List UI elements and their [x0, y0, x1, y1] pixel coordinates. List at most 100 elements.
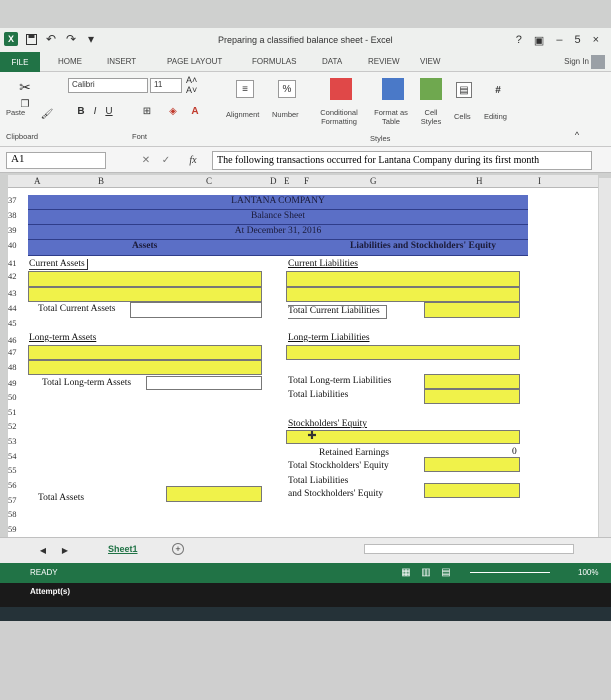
format-painter-icon[interactable]: 🖌 [40, 107, 54, 121]
col-header-a[interactable]: A [34, 176, 41, 186]
long-term-assets-input[interactable] [28, 360, 262, 375]
total-long-term-liabilities-input[interactable] [424, 374, 520, 389]
editing-icon[interactable]: # [490, 82, 506, 98]
bold-button[interactable]: B [76, 104, 86, 118]
horizontal-scrollbar[interactable] [364, 544, 574, 554]
customize-icon[interactable]: ▾ [84, 32, 98, 46]
underline-button[interactable]: U [104, 104, 114, 118]
worksheet-grid[interactable]: A B C D E F G H I 37 38 39 40 41 42 43 4… [8, 175, 598, 547]
total-liabilities-equity-input[interactable] [424, 483, 520, 498]
total-current-liabilities-input[interactable] [424, 302, 520, 318]
row-header[interactable]: 43 [8, 288, 26, 298]
tab-insert[interactable]: INSERT [107, 57, 136, 66]
conditional-formatting-icon[interactable] [330, 78, 352, 100]
total-long-term-assets-cell[interactable] [146, 376, 262, 390]
current-liabilities-input[interactable] [286, 271, 520, 287]
help-icon[interactable]: ? [516, 34, 522, 47]
tab-review[interactable]: REVIEW [368, 57, 400, 66]
page-layout-view-icon[interactable]: ▥ [420, 567, 432, 578]
paste-button[interactable]: Paste [6, 108, 25, 117]
cell-styles-button[interactable]: Cell Styles [414, 108, 448, 126]
tab-data[interactable]: DATA [322, 57, 342, 66]
long-term-liabilities-input[interactable] [286, 345, 520, 360]
normal-view-icon[interactable]: ▦ [400, 567, 412, 578]
col-header-g[interactable]: G [370, 176, 377, 186]
row-header[interactable]: 55 [8, 465, 26, 475]
col-header-b[interactable]: B [98, 176, 104, 186]
sheet-tab-sheet1[interactable]: Sheet1 [108, 544, 138, 554]
stockholders-equity-input[interactable] [286, 430, 520, 444]
font-size-select[interactable]: 11 [150, 78, 182, 93]
row-header[interactable]: 49 [8, 378, 26, 388]
redo-icon[interactable]: ↷ [64, 32, 78, 46]
close-icon[interactable]: × [593, 34, 599, 47]
cells-button[interactable]: Cells [454, 112, 471, 121]
row-header[interactable]: 41 [8, 258, 26, 268]
total-stockholders-equity-input[interactable] [424, 457, 520, 472]
cancel-icon[interactable]: ✕ [140, 153, 152, 167]
restore-icon[interactable]: 5 [574, 34, 580, 47]
add-sheet-icon[interactable]: + [172, 543, 184, 555]
italic-button[interactable]: I [90, 104, 100, 118]
row-header[interactable]: 54 [8, 451, 26, 461]
current-liabilities-input[interactable] [286, 287, 520, 302]
row-header[interactable]: 37 [8, 195, 26, 205]
total-assets-input[interactable] [166, 486, 262, 502]
current-assets-input[interactable] [28, 287, 262, 302]
editing-button[interactable]: Editing [484, 112, 507, 121]
format-as-table-icon[interactable] [382, 78, 404, 100]
minimize-icon[interactable]: – [556, 34, 562, 47]
long-term-assets-input[interactable] [28, 345, 262, 360]
format-as-table-button[interactable]: Format as Table [368, 108, 414, 126]
row-header[interactable]: 48 [8, 362, 26, 372]
number-format-icon[interactable]: % [278, 80, 296, 98]
save-icon[interactable] [24, 32, 38, 46]
borders-icon[interactable]: ⊞ [140, 104, 154, 118]
tab-view[interactable]: VIEW [420, 57, 440, 66]
total-liabilities-input[interactable] [424, 389, 520, 404]
tab-formulas[interactable]: FORMULAS [252, 57, 296, 66]
zoom-slider[interactable] [470, 572, 550, 573]
formula-input[interactable]: The following transactions occurred for … [212, 151, 592, 170]
row-header[interactable]: 42 [8, 271, 26, 281]
col-header-d[interactable]: D [270, 176, 277, 186]
cut-icon[interactable]: ✂ [16, 78, 34, 96]
undo-icon[interactable]: ↶ [44, 32, 58, 46]
insert-function-icon[interactable]: fx [184, 153, 202, 167]
row-header[interactable]: 47 [8, 347, 26, 357]
row-header[interactable]: 57 [8, 495, 26, 505]
row-header[interactable]: 58 [8, 509, 26, 519]
user-avatar-icon[interactable] [591, 55, 605, 69]
font-grow-icon[interactable]: A˄ A˅ [186, 75, 210, 95]
cells-icon[interactable]: ▤ [456, 82, 472, 98]
current-assets-input[interactable] [28, 271, 262, 287]
page-break-view-icon[interactable]: ▤ [440, 567, 452, 578]
collapse-ribbon-icon[interactable]: ^ [572, 130, 582, 140]
ribbon-display-icon[interactable]: ▣ [534, 34, 544, 47]
next-sheet-icon[interactable]: ▶ [60, 544, 70, 556]
row-header[interactable]: 50 [8, 392, 26, 402]
col-header-e[interactable]: E [284, 176, 290, 186]
tab-file[interactable]: FILE [0, 52, 40, 72]
enter-icon[interactable]: ✓ [160, 153, 172, 167]
row-header[interactable]: 44 [8, 303, 26, 313]
vertical-scrollbar[interactable] [599, 178, 611, 538]
tab-home[interactable]: HOME [58, 57, 82, 66]
sign-in-link[interactable]: Sign In [564, 57, 589, 66]
col-header-i[interactable]: I [538, 176, 541, 186]
fill-color-icon[interactable]: ◈ [166, 104, 180, 118]
cell-styles-icon[interactable] [420, 78, 442, 100]
number-button[interactable]: Number [272, 110, 299, 119]
row-header[interactable]: 40 [8, 240, 26, 250]
col-header-h[interactable]: H [476, 176, 483, 186]
alignment-icon[interactable]: ≡ [236, 80, 254, 98]
name-box[interactable]: A1 [6, 152, 106, 169]
row-header[interactable]: 56 [8, 480, 26, 490]
font-name-select[interactable]: Calibri [68, 78, 148, 93]
total-current-assets-cell[interactable] [130, 302, 262, 318]
row-header[interactable]: 53 [8, 436, 26, 446]
row-header[interactable]: 46 [8, 335, 26, 345]
conditional-formatting-button[interactable]: Conditional Formatting [312, 108, 366, 126]
row-header[interactable]: 59 [8, 524, 26, 534]
row-header[interactable]: 45 [8, 318, 26, 328]
